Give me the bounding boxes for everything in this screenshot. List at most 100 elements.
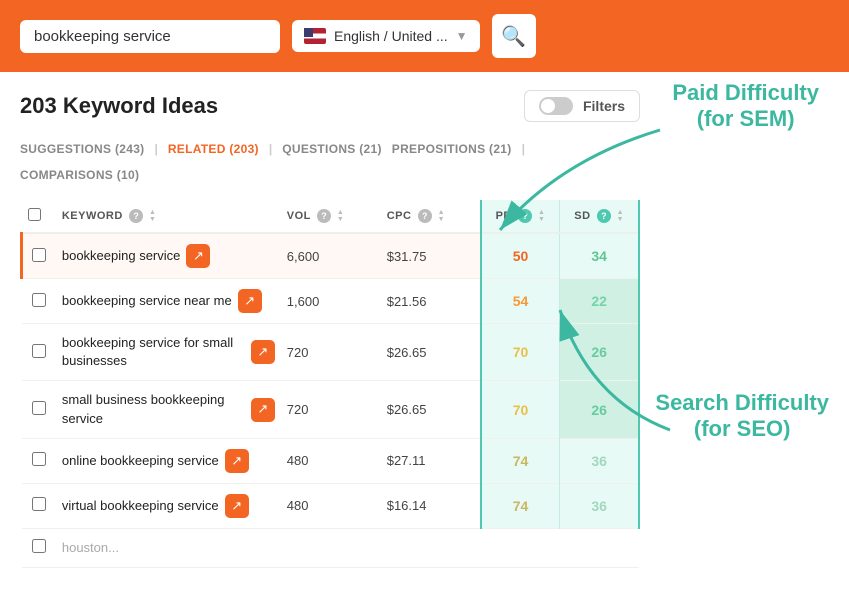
pd-cell: 50 <box>481 233 560 279</box>
cpc-cell: $21.56 <box>381 279 481 324</box>
search-input[interactable] <box>34 28 266 45</box>
cpc-info-icon[interactable]: ? <box>418 209 432 223</box>
keyword-link-icon[interactable]: ↗ <box>251 398 275 422</box>
results-title: 203 Keyword Ideas <box>20 93 218 119</box>
row-checkbox[interactable] <box>32 539 46 553</box>
keyword-cell: virtual bookkeeping service ↗ <box>56 483 281 528</box>
cpc-cell: $26.65 <box>381 324 481 381</box>
cpc-cell: $16.14 <box>381 483 481 528</box>
table-row: houston... <box>22 528 640 567</box>
row-checkbox[interactable] <box>32 344 46 358</box>
pd-cell: 74 <box>481 438 560 483</box>
sd-info-icon[interactable]: ? <box>597 209 611 223</box>
row-checkbox-cell <box>22 279 56 324</box>
keyword-cell: houston... <box>56 528 639 567</box>
vol-cell: 1,600 <box>281 279 381 324</box>
row-checkbox-cell <box>22 324 56 381</box>
vol-cell: 480 <box>281 438 381 483</box>
sd-cell: 22 <box>560 279 639 324</box>
locale-selector[interactable]: English / United ... ▼ <box>292 20 480 52</box>
pd-cell: 54 <box>481 279 560 324</box>
tab-prepositions[interactable]: PREPOSITIONS (21) <box>392 138 522 160</box>
pd-cell: 70 <box>481 381 560 438</box>
search-difficulty-annotation: Search Difficulty(for SEO) <box>655 390 829 443</box>
pd-info-icon[interactable]: ? <box>518 209 532 223</box>
vol-cell: 720 <box>281 324 381 381</box>
row-checkbox-cell <box>22 233 56 279</box>
keyword-sort-icon[interactable]: ▲▼ <box>149 209 156 223</box>
table-row: virtual bookkeeping service ↗ 480 $16.14… <box>22 483 640 528</box>
locale-label: English / United ... <box>334 28 448 44</box>
keyword-table: KEYWORD ? ▲▼ VOL ? ▲▼ CPC ? ▲▼ <box>20 200 640 568</box>
keyword-link-icon[interactable]: ↗ <box>186 244 210 268</box>
keyword-text: small business bookkeeping service <box>62 391 245 427</box>
filters-label: Filters <box>583 98 625 114</box>
sd-cell: 26 <box>560 381 639 438</box>
vol-sort-icon[interactable]: ▲▼ <box>337 209 344 223</box>
row-checkbox-cell <box>22 528 56 567</box>
search-button[interactable]: 🔍 <box>492 14 536 58</box>
row-checkbox-cell <box>22 438 56 483</box>
table-row: bookkeeping service near me ↗ 1,600 $21.… <box>22 279 640 324</box>
cpc-sort-icon[interactable]: ▲▼ <box>438 209 445 223</box>
th-cpc: CPC ? ▲▼ <box>381 200 481 233</box>
sd-sort-icon[interactable]: ▲▼ <box>617 209 624 223</box>
search-icon: 🔍 <box>501 24 526 49</box>
keyword-cell: online bookkeeping service ↗ <box>56 438 281 483</box>
filter-area: Filters <box>524 90 640 122</box>
row-checkbox-cell <box>22 483 56 528</box>
row-checkbox-cell <box>22 381 56 438</box>
row-checkbox[interactable] <box>32 497 46 511</box>
th-keyword: KEYWORD ? ▲▼ <box>56 200 281 233</box>
vol-cell: 720 <box>281 381 381 438</box>
th-pd: PD ? ▲▼ <box>481 200 560 233</box>
pd-sort-icon[interactable]: ▲▼ <box>538 209 545 223</box>
keyword-cell: bookkeeping service ↗ <box>56 233 281 279</box>
tab-suggestions[interactable]: SUGGESTIONS (243) <box>20 138 154 160</box>
row-checkbox[interactable] <box>32 248 46 262</box>
table-header-row: KEYWORD ? ▲▼ VOL ? ▲▼ CPC ? ▲▼ <box>22 200 640 233</box>
table-row: online bookkeeping service ↗ 480 $27.11 … <box>22 438 640 483</box>
th-vol: VOL ? ▲▼ <box>281 200 381 233</box>
keyword-link-icon[interactable]: ↗ <box>225 494 249 518</box>
keyword-text: bookkeeping service <box>62 247 181 265</box>
keyword-info-icon[interactable]: ? <box>129 209 143 223</box>
cpc-cell: $31.75 <box>381 233 481 279</box>
keyword-link-icon[interactable]: ↗ <box>238 289 262 313</box>
chevron-down-icon: ▼ <box>456 29 468 43</box>
paid-difficulty-annotation: Paid Difficulty(for SEM) <box>672 80 819 133</box>
pd-cell: 70 <box>481 324 560 381</box>
sd-cell: 36 <box>560 483 639 528</box>
tab-comparisons[interactable]: COMPARISONS (10) <box>20 164 149 186</box>
tab-questions[interactable]: QUESTIONS (21) <box>282 138 392 160</box>
filter-toggle[interactable] <box>539 97 573 115</box>
tab-related[interactable]: RELATED (203) <box>168 138 269 160</box>
select-all-checkbox[interactable] <box>28 208 41 221</box>
keyword-link-icon[interactable]: ↗ <box>225 449 249 473</box>
th-checkbox <box>22 200 56 233</box>
th-sd: SD ? ▲▼ <box>560 200 639 233</box>
keyword-link-icon[interactable]: ↗ <box>251 340 275 364</box>
keyword-cell: bookkeeping service near me ↗ <box>56 279 281 324</box>
row-checkbox[interactable] <box>32 401 46 415</box>
keyword-text: bookkeeping service near me <box>62 292 232 310</box>
table-row: bookkeeping service ↗ 6,600 $31.75 50 34 <box>22 233 640 279</box>
keyword-text: online bookkeeping service <box>62 452 219 470</box>
table-row: bookkeeping service for small businesses… <box>22 324 640 381</box>
vol-cell: 480 <box>281 483 381 528</box>
cpc-cell: $26.65 <box>381 381 481 438</box>
header: English / United ... ▼ 🔍 <box>0 0 849 72</box>
cpc-cell: $27.11 <box>381 438 481 483</box>
row-checkbox[interactable] <box>32 293 46 307</box>
vol-cell: 6,600 <box>281 233 381 279</box>
sd-cell: 26 <box>560 324 639 381</box>
keyword-cell: bookkeeping service for small businesses… <box>56 324 281 381</box>
vol-info-icon[interactable]: ? <box>317 209 331 223</box>
row-checkbox[interactable] <box>32 452 46 466</box>
keyword-text: virtual bookkeeping service <box>62 497 219 515</box>
tabs-bar: SUGGESTIONS (243) | RELATED (203) | QUES… <box>20 138 640 186</box>
search-bar[interactable] <box>20 20 280 53</box>
main-content: 203 Keyword Ideas Filters SUGGESTIONS (2… <box>0 72 660 578</box>
table-row: small business bookkeeping service ↗ 720… <box>22 381 640 438</box>
pd-cell: 74 <box>481 483 560 528</box>
